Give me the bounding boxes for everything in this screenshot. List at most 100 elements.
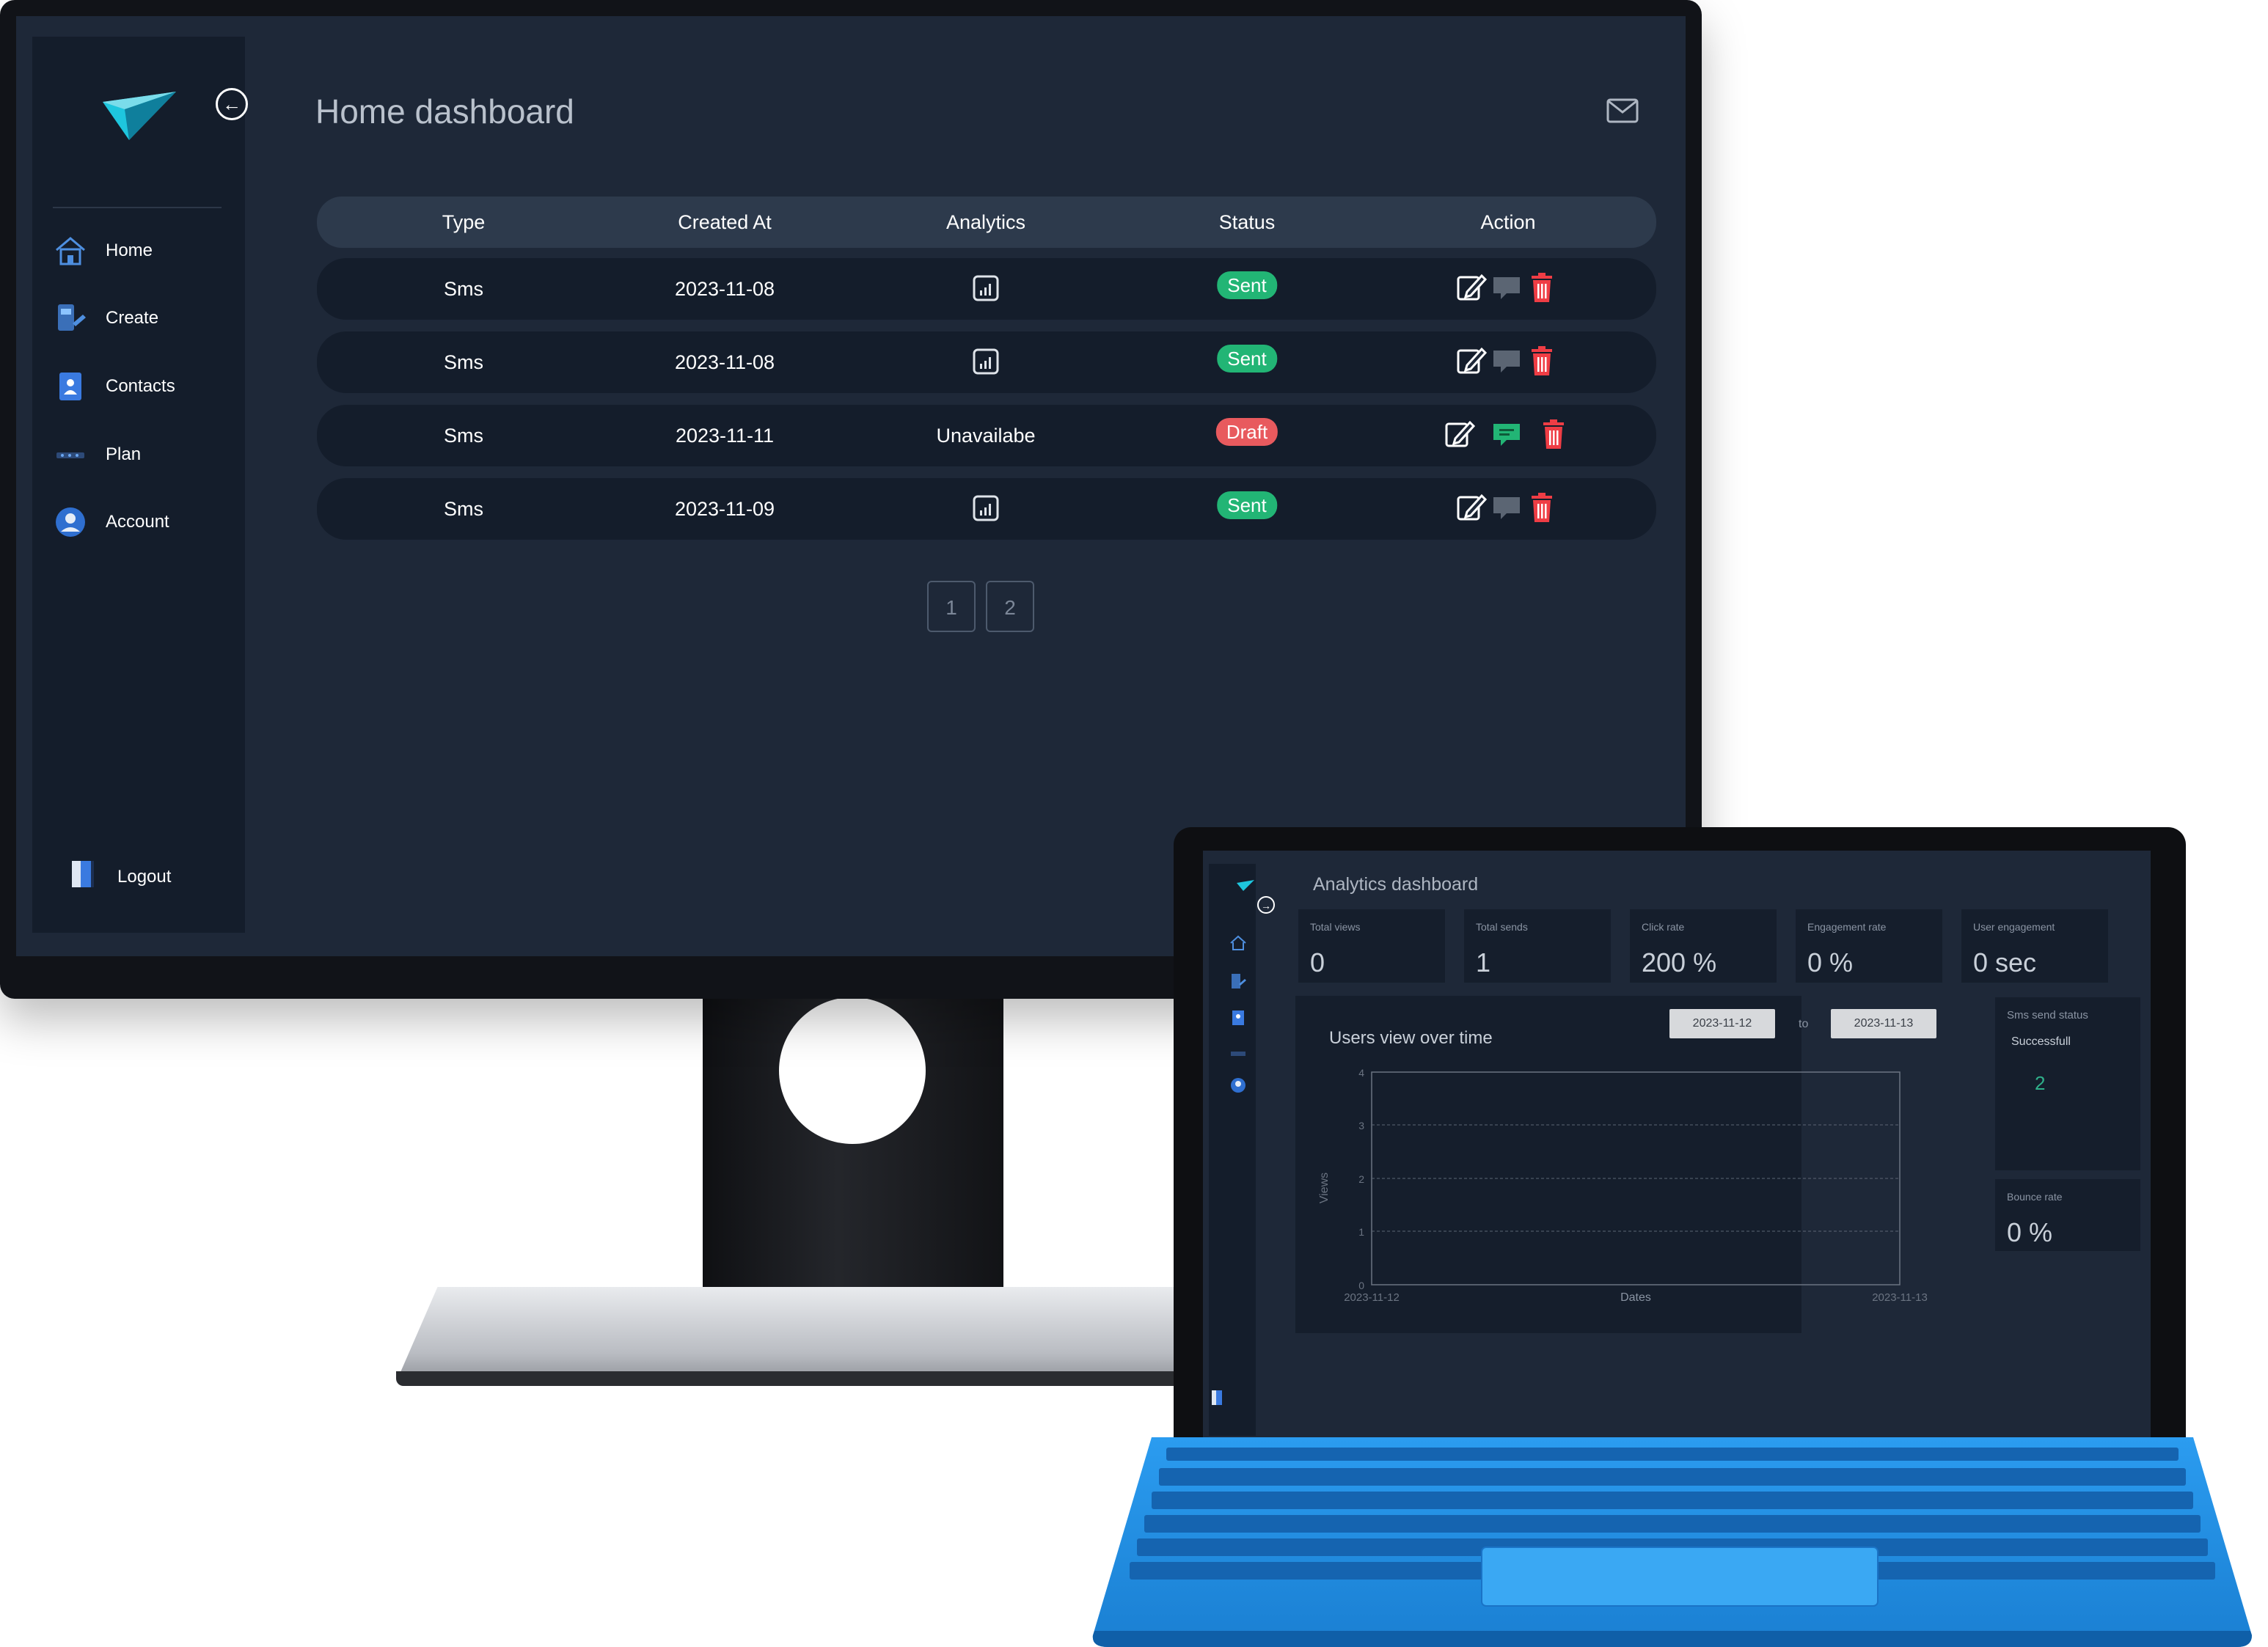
sidebar-item-home[interactable]: Home <box>53 229 229 273</box>
page-button-1[interactable]: 1 <box>927 581 976 632</box>
table-row[interactable]: Sms 2023-11-11 Unavailabe Draft <box>317 405 1656 466</box>
date-to-label: to <box>1799 1018 1809 1030</box>
laptop-plan-icon[interactable] <box>1229 1049 1247 1059</box>
x-tick-label: 2023-11-12 <box>1344 1291 1400 1304</box>
edit-icon[interactable] <box>1455 491 1488 524</box>
analytics-chart-icon[interactable] <box>972 494 1000 522</box>
collapse-sidebar-button[interactable]: ← <box>216 88 248 120</box>
send-message-icon[interactable] <box>1490 418 1523 450</box>
cell-created-at: 2023-11-11 <box>675 425 775 447</box>
column-header[interactable]: Created At <box>678 197 772 248</box>
sms-status-label: Sms send status <box>2007 1009 2088 1021</box>
analytics-chart-icon[interactable] <box>972 348 1000 375</box>
table-row[interactable]: Sms 2023-11-08 Sent <box>317 331 1656 393</box>
laptop-account-icon[interactable] <box>1229 1076 1247 1094</box>
delete-icon[interactable] <box>1526 271 1558 304</box>
stat-card-total-sends: Total sends 1 <box>1464 909 1611 983</box>
date-to-input[interactable]: 2023-11-13 <box>1831 1009 1936 1038</box>
sidebar-item-create[interactable]: Create <box>53 296 229 340</box>
arrow-right-icon: → <box>1261 900 1271 911</box>
x-tick-label: 2023-11-13 <box>1872 1291 1928 1304</box>
mail-icon[interactable] <box>1606 98 1639 123</box>
stat-label: Engagement rate <box>1807 921 1887 933</box>
stat-card-engagement-rate: Engagement rate 0 % <box>1796 909 1942 983</box>
laptop-logo-icon <box>1237 880 1254 891</box>
x-axis-label: Dates <box>1620 1291 1651 1304</box>
cell-created-at: 2023-11-09 <box>674 498 775 520</box>
monitor-stand-base <box>396 1287 1225 1382</box>
bounce-rate-value: 0 % <box>2007 1217 2053 1247</box>
plan-icon <box>53 437 88 472</box>
delete-icon[interactable] <box>1537 418 1570 450</box>
edit-icon[interactable] <box>1455 345 1488 377</box>
sms-status-value: 2 <box>2035 1072 2046 1094</box>
y-tick-label: 2 <box>1358 1173 1364 1185</box>
status-badge: Sent <box>1217 271 1277 299</box>
app-logo-icon[interactable] <box>103 92 176 143</box>
sms-status-sub-label: Successfull <box>2011 1035 2071 1048</box>
table-row[interactable]: Sms 2023-11-08 Sent <box>317 258 1656 320</box>
stat-card-user-engagement: User engagement 0 sec <box>1961 909 2108 983</box>
sidebar-item-label: Home <box>106 241 153 260</box>
y-axis-label: Views <box>1318 1173 1331 1203</box>
edit-icon[interactable] <box>1444 418 1476 450</box>
table-row[interactable]: Sms 2023-11-09 Sent <box>317 478 1656 540</box>
cell-created-at: 2023-11-08 <box>674 351 775 373</box>
delete-icon[interactable] <box>1526 345 1558 377</box>
cell-analytics: Unavailabe <box>936 425 1036 447</box>
column-header[interactable]: Analytics <box>946 197 1025 248</box>
bounce-rate-label: Bounce rate <box>2007 1191 2063 1203</box>
touchpad <box>1481 1547 1879 1607</box>
sidebar <box>32 37 245 933</box>
message-icon[interactable] <box>1490 271 1523 304</box>
laptop-home-icon[interactable] <box>1229 934 1247 952</box>
sidebar-divider <box>53 207 222 208</box>
logout-label: Logout <box>117 866 172 887</box>
delete-icon[interactable] <box>1526 491 1558 524</box>
message-icon[interactable] <box>1490 345 1523 377</box>
page-title: Home dashboard <box>315 92 574 131</box>
analytics-chart-icon[interactable] <box>972 274 1000 302</box>
column-header[interactable]: Status <box>1219 197 1276 248</box>
laptop-keyboard <box>1092 1437 2252 1647</box>
sms-send-status-card: Sms send status Successfull 2 <box>1995 997 2140 1170</box>
logout-button[interactable]: Logout <box>67 858 171 895</box>
table-header: Type Created At Analytics Status Action <box>317 197 1656 248</box>
sidebar-item-account[interactable]: Account <box>53 500 229 544</box>
page-button-2[interactable]: 2 <box>986 581 1034 632</box>
laptop-logout-icon[interactable] <box>1209 1389 1226 1406</box>
bounce-rate-card: Bounce rate 0 % <box>1995 1179 2140 1251</box>
contacts-icon <box>53 369 88 404</box>
date-from-input[interactable]: 2023-11-12 <box>1669 1009 1775 1038</box>
create-icon <box>53 301 88 336</box>
cell-created-at: 2023-11-08 <box>674 278 775 300</box>
status-badge: Sent <box>1217 491 1277 519</box>
cell-type: Sms <box>444 498 483 520</box>
sidebar-item-label: Contacts <box>106 376 175 396</box>
laptop-create-icon[interactable] <box>1229 972 1247 990</box>
laptop-contacts-icon[interactable] <box>1229 1009 1247 1027</box>
stat-value: 0 % <box>1807 947 1854 977</box>
edit-icon[interactable] <box>1455 271 1488 304</box>
stat-value: 0 <box>1310 947 1325 977</box>
monitor-stand-hole <box>779 997 926 1144</box>
stat-label: User engagement <box>1973 921 2055 933</box>
graph-title: Users view over time <box>1329 1028 1493 1048</box>
stat-value: 200 % <box>1642 947 1717 977</box>
column-header[interactable]: Action <box>1480 197 1535 248</box>
sidebar-item-label: Account <box>106 512 169 532</box>
status-badge: Sent <box>1217 345 1277 373</box>
laptop-expand-button[interactable]: → <box>1257 896 1275 914</box>
stat-card-click-rate: Click rate 200 % <box>1630 909 1777 983</box>
message-icon[interactable] <box>1490 491 1523 524</box>
cell-type: Sms <box>444 278 483 300</box>
status-badge: Draft <box>1215 418 1279 446</box>
stat-value: 1 <box>1476 947 1491 977</box>
stat-card-total-views: Total views 0 <box>1298 909 1445 983</box>
sidebar-item-label: Create <box>106 308 159 328</box>
arrow-left-icon: ← <box>222 92 241 115</box>
column-header[interactable]: Type <box>442 197 486 248</box>
sidebar-item-contacts[interactable]: Contacts <box>53 364 229 408</box>
sidebar-item-plan[interactable]: Plan <box>53 433 229 477</box>
cell-type: Sms <box>444 351 483 373</box>
